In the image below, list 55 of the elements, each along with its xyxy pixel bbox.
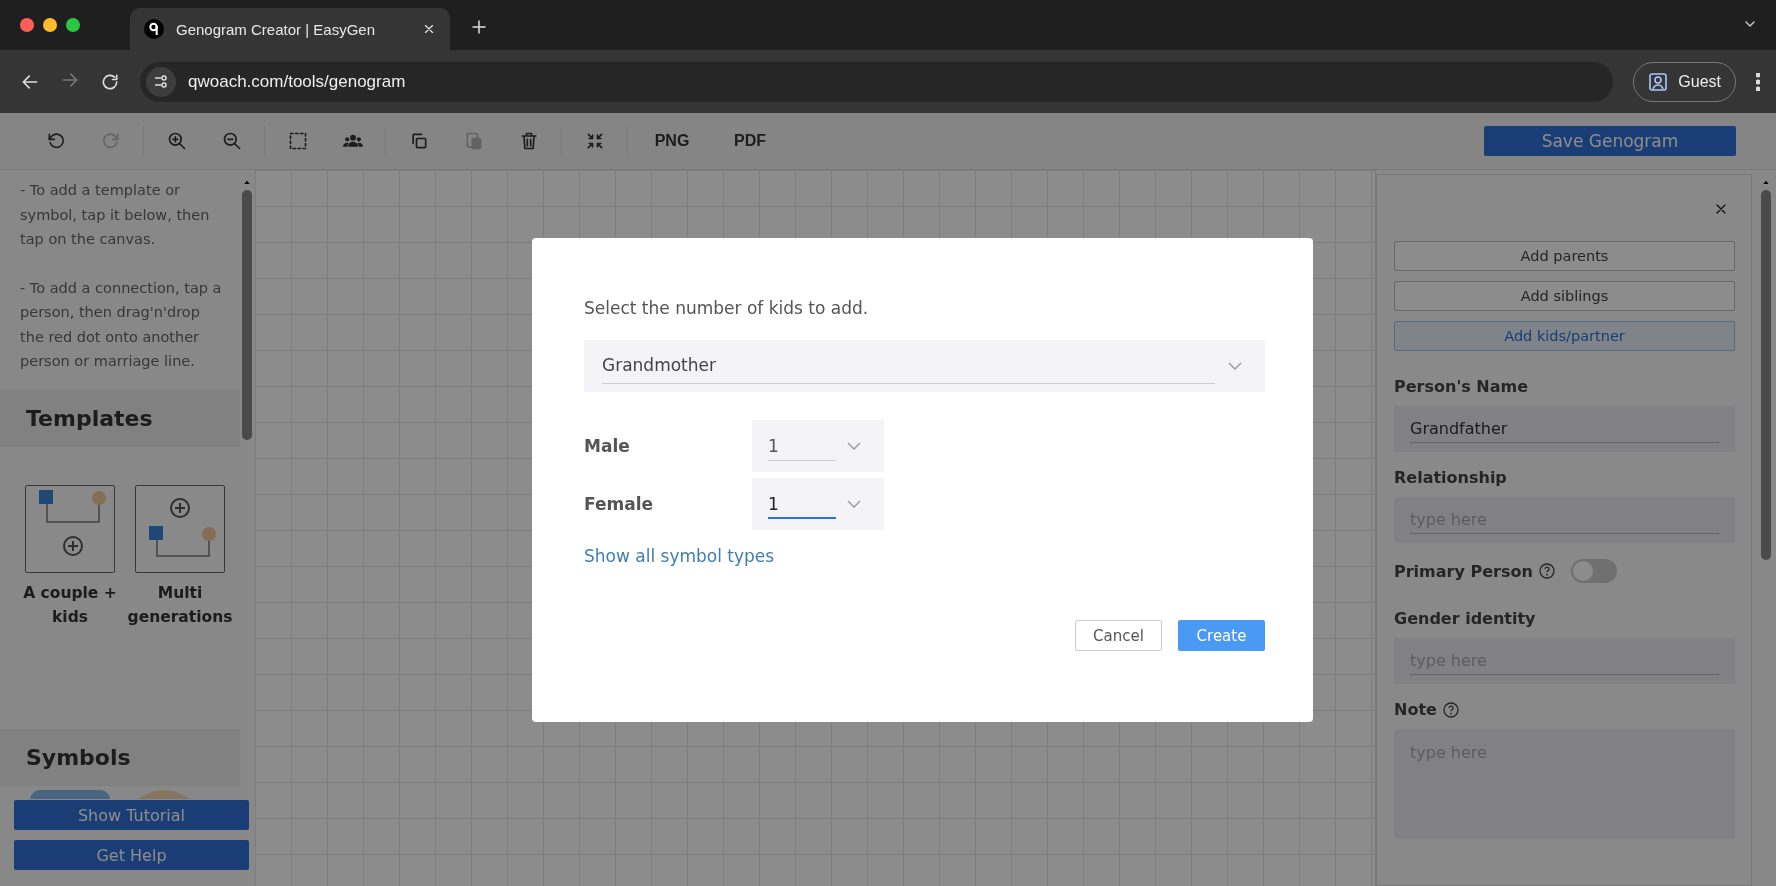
tab-title: Genogram Creator | EasyGen xyxy=(176,20,376,38)
scroll-up-icon xyxy=(242,178,252,186)
field-label: Note xyxy=(1394,700,1437,719)
help-icon[interactable] xyxy=(1442,701,1459,718)
show-symbols-link[interactable]: Show all symbol types xyxy=(584,546,775,566)
instruction-text: - To add a template or symbol, tap it below, then tap on the canvas. xyxy=(19,181,211,249)
section-heading: Symbols xyxy=(0,728,240,786)
scroll-up-icon xyxy=(1761,178,1771,186)
close-icon xyxy=(422,22,436,36)
create-button[interactable]: Create xyxy=(1178,620,1265,651)
new-tab-icon xyxy=(470,18,488,36)
export-button[interactable]: PNG xyxy=(633,132,711,150)
count-select[interactable]: 1 xyxy=(752,478,884,530)
dialog-prompt: Select the number of kids to add. xyxy=(584,298,870,318)
scrollbar-thumb[interactable] xyxy=(242,190,252,440)
partner-select[interactable]: Grandmother xyxy=(584,340,1265,392)
help-button[interactable]: Show Tutorial xyxy=(14,800,249,830)
field-label: Relationship xyxy=(1394,468,1507,487)
field-label: Person's Name xyxy=(1394,377,1529,396)
save-button[interactable]: Save Genogram xyxy=(1484,126,1736,156)
section-heading: Templates xyxy=(0,389,240,447)
reload-icon xyxy=(100,71,120,92)
count-select[interactable]: 1 xyxy=(752,420,884,472)
count-label: Male xyxy=(584,436,631,456)
action-button[interactable]: Add parents xyxy=(1394,241,1735,271)
export-button[interactable]: PDF xyxy=(711,132,789,150)
scrollbar-thumb[interactable] xyxy=(1761,190,1771,560)
chevron-down-icon xyxy=(1227,361,1243,371)
more-icon xyxy=(1756,72,1760,91)
help-button[interactable]: Get Help xyxy=(14,840,249,870)
close-window-button[interactable] xyxy=(20,18,34,32)
minimize-window-button[interactable] xyxy=(43,18,57,32)
zoom-out-icon xyxy=(221,131,242,151)
action-button[interactable]: Add kids/partner xyxy=(1394,321,1735,351)
help-icon[interactable] xyxy=(1538,563,1555,579)
text-field[interactable]: Grandfather xyxy=(1394,406,1735,452)
person-icon xyxy=(1648,71,1669,92)
chevron-down-icon xyxy=(846,499,862,509)
browser-tab[interactable]: Genogram Creator | EasyGen xyxy=(130,8,450,50)
zoom-in-icon xyxy=(166,131,187,151)
undo-icon xyxy=(45,131,66,151)
address-bar[interactable]: qwoach.com/tools/genogram xyxy=(140,61,1614,102)
action-button[interactable]: Add siblings xyxy=(1394,281,1735,311)
cancel-button[interactable]: Cancel xyxy=(1075,620,1162,651)
site-logo-icon xyxy=(144,19,164,39)
field-label: Gender identity xyxy=(1394,609,1536,628)
field-label: Primary Person xyxy=(1394,561,1533,581)
chevron-down-icon xyxy=(846,441,862,451)
selection-icon xyxy=(287,131,308,151)
redo-icon xyxy=(100,131,121,151)
maximize-window-button[interactable] xyxy=(66,18,80,32)
count-label: Female xyxy=(584,494,654,514)
toggle-switch[interactable] xyxy=(1570,559,1617,583)
instruction-text: - To add a connection, tap a person, then drag'n'drop the red dot onto another person or marriage line. xyxy=(19,278,223,371)
site-settings-icon[interactable] xyxy=(146,66,176,97)
